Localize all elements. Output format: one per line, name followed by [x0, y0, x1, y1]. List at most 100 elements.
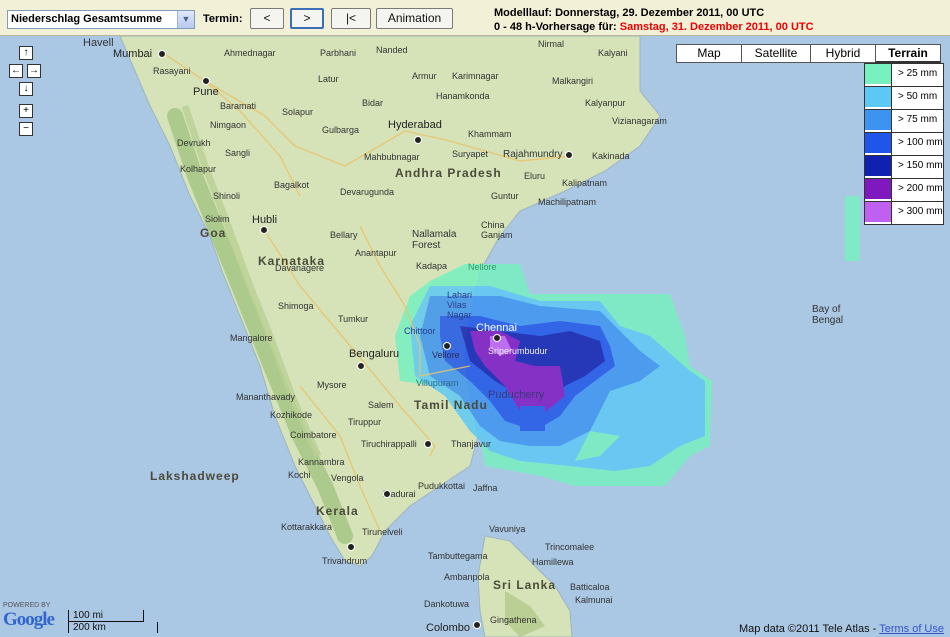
- label-sangli: Sangli: [225, 148, 251, 158]
- label-kolhapur: Kolhapur: [180, 164, 217, 174]
- legend-swatch: [865, 179, 891, 199]
- legend-label: > 75 mm: [891, 110, 943, 132]
- region-sri-lanka: Sri Lanka: [493, 578, 557, 592]
- label-bengaluru: Bengaluru: [349, 348, 400, 360]
- label-bidar: Bidar: [362, 98, 384, 108]
- map-type-map[interactable]: Map: [676, 44, 742, 63]
- label-karimnagar: Karimnagar: [452, 71, 499, 81]
- label-thanjavur: Thanjavur: [451, 439, 492, 449]
- map-canvas[interactable]: Andhra Pradesh Karnataka Tamil Nadu Kera…: [0, 36, 950, 637]
- label-bay-of-bengal: Bay of Bengal: [812, 304, 844, 326]
- scale-mi: 100 mi: [68, 610, 144, 622]
- label-hubli: Hubli: [252, 214, 278, 226]
- city-dot-colombo: [473, 621, 481, 629]
- label-parbhani: Parbhani: [320, 48, 357, 58]
- label-nimgaon: Nimgaon: [210, 120, 247, 130]
- label-mangalore: Mangalore: [230, 333, 273, 343]
- label-hamillewa: Hamillewa: [532, 557, 574, 567]
- powered-by-label: POWERED BY: [3, 602, 51, 609]
- legend-label: > 25 mm: [891, 64, 943, 86]
- next-button[interactable]: >: [290, 8, 324, 29]
- label-suryapet: Suryapet: [452, 149, 489, 159]
- terms-of-use-link[interactable]: Terms of Use: [879, 623, 944, 635]
- label-solapur: Solapur: [282, 107, 314, 117]
- legend-label: > 100 mm: [891, 133, 943, 155]
- legend-swatch: [865, 64, 891, 84]
- legend-swatch: [865, 87, 891, 107]
- label-davanagere: Davanagere: [275, 263, 325, 273]
- region-lakshadweep: Lakshadweep: [150, 469, 240, 483]
- first-button[interactable]: |<: [331, 8, 371, 29]
- chevron-down-icon[interactable]: ▼: [177, 11, 194, 28]
- legend-row: > 300 mm: [864, 201, 944, 225]
- label-kozhikode: Kozhikode: [270, 410, 313, 420]
- label-rajahmundry: Rajahmundry: [503, 149, 563, 160]
- city-dot-chennai: [493, 334, 501, 342]
- label-kalmunai: Kalmunai: [575, 595, 613, 605]
- label-villupuram: Villupuram: [416, 378, 459, 388]
- label-trivandrum: Trivandrum: [322, 556, 368, 566]
- label-bellary: Bellary: [330, 230, 358, 240]
- legend-label: > 150 mm: [891, 156, 943, 178]
- city-dot-bengaluru: [357, 362, 365, 370]
- label-kottarakkara: Kottarakkara: [281, 522, 333, 532]
- label-kalyani: Kalyani: [598, 48, 628, 58]
- label-ambanpola: Ambanpola: [444, 572, 490, 582]
- label-havell: Havell: [83, 37, 114, 49]
- map-type-hybrid[interactable]: Hybrid: [810, 44, 876, 63]
- label-chittoor: Chittoor: [404, 326, 436, 336]
- city-dot-rajahmundry: [565, 151, 573, 159]
- google-logo-text: Google: [3, 609, 55, 630]
- city-dot-mumbai: [158, 50, 166, 58]
- label-ahmednagar: Ahmednagar: [224, 48, 276, 58]
- region-kerala: Kerala: [316, 504, 359, 518]
- label-vengola: Vengola: [331, 473, 364, 483]
- label-batticaloa: Batticaloa: [570, 582, 610, 592]
- label-devarugunda: Devarugunda: [340, 187, 395, 197]
- region-andhra-pradesh: Andhra Pradesh: [395, 166, 502, 180]
- label-gingathena: Gingathena: [490, 615, 537, 625]
- label-kannambra: Kannambra: [298, 457, 345, 467]
- pan-up-button[interactable]: ↑: [19, 46, 33, 60]
- city-dot-hyderabad: [414, 136, 422, 144]
- google-logo[interactable]: Google: [3, 609, 55, 631]
- map-type-satellite[interactable]: Satellite: [741, 44, 811, 63]
- toolbar: Niederschlag Gesamtsumme ▼ Termin: < > |…: [0, 0, 950, 36]
- forecast-text: 0 - 48 h-Vorhersage für: Samstag, 31. De…: [494, 20, 814, 34]
- label-anantapur: Anantapur: [355, 248, 397, 258]
- legend-swatch: [865, 202, 891, 222]
- city-dot-trivandrum: [347, 543, 355, 551]
- label-guntur: Guntur: [491, 191, 519, 201]
- map-type-bar: Map Satellite Hybrid Terrain: [676, 44, 941, 63]
- label-kochi: Kochi: [288, 470, 311, 480]
- region-tamil-nadu: Tamil Nadu: [414, 398, 488, 412]
- label-tumkur: Tumkur: [338, 314, 369, 324]
- label-kakinada: Kakinada: [592, 151, 630, 161]
- label-eluru: Eluru: [524, 171, 546, 181]
- label-mahbubnagar: Mahbubnagar: [364, 152, 420, 162]
- product-select-value: Niederschlag Gesamtsumme: [11, 13, 163, 25]
- prev-button[interactable]: <: [250, 8, 284, 29]
- legend-swatch: [865, 133, 891, 153]
- legend-row: > 100 mm: [864, 132, 944, 156]
- label-malkangiri: Malkangiri: [552, 76, 594, 86]
- zoom-in-button[interactable]: +: [19, 104, 33, 118]
- label-siolim: Siolim: [205, 214, 230, 224]
- pan-down-button[interactable]: ↓: [19, 82, 33, 96]
- label-nanded: Nanded: [376, 45, 408, 55]
- pan-left-button[interactable]: ←: [9, 64, 23, 78]
- product-select[interactable]: Niederschlag Gesamtsumme ▼: [7, 10, 195, 29]
- label-puducherry: Puducherry: [488, 389, 545, 401]
- attribution-text: Map data ©2011 Tele Atlas -: [739, 623, 877, 635]
- label-kalipatnam: Kalipatnam: [562, 178, 608, 188]
- label-tirunelveli: Tirunelveli: [362, 527, 403, 537]
- map-type-terrain[interactable]: Terrain: [875, 44, 941, 63]
- label-khammam: Khammam: [468, 129, 512, 139]
- label-mananthavady: Mananthavady: [236, 392, 296, 402]
- label-colombo: Colombo: [426, 622, 471, 634]
- animation-button[interactable]: Animation: [376, 8, 453, 29]
- pan-right-button[interactable]: →: [27, 64, 41, 78]
- label-devrukh: Devrukh: [177, 138, 211, 148]
- legend-row: > 75 mm: [864, 109, 944, 133]
- zoom-out-button[interactable]: −: [19, 122, 33, 136]
